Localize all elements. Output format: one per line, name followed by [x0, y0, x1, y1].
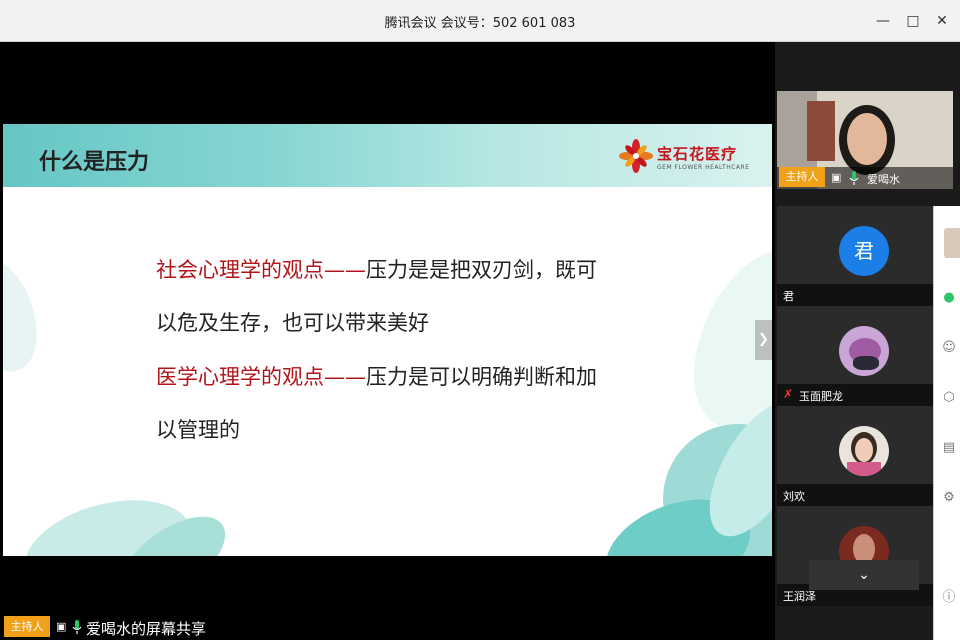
scroll-down-button[interactable]: ⌄: [809, 560, 919, 590]
line-text: 压力是可以明确判断和加: [366, 365, 597, 389]
minimize-icon[interactable]: —: [871, 9, 895, 33]
microphone-icon: [72, 620, 82, 634]
close-icon[interactable]: ✕: [930, 9, 954, 33]
side-toolbar: ● ☺ ⬡ ▤ ⚙ ⓘ: [933, 206, 960, 640]
slide-line-4: 以管理的: [156, 414, 240, 444]
line-text: 压力是是把双刃剑，既可: [366, 258, 597, 282]
screen-share-label: 爱喝水的屏幕共享: [86, 620, 207, 638]
petal-decoration: [3, 245, 52, 383]
mic-muted-icon: ✗: [783, 387, 794, 401]
slide-line-1: 社会心理学的观点——压力是是把双刃剑，既可: [156, 254, 597, 284]
host-video-tile[interactable]: 主持人 ▣ 爱喝水: [777, 91, 953, 189]
line-text: 以危及生存，也可以带来美好: [156, 311, 429, 335]
company-logo: 宝石花医疗 GEM FLOWER HEALTHCARE: [619, 139, 749, 177]
avatar: [839, 326, 889, 376]
chevron-down-icon: ⌄: [858, 567, 870, 583]
participant-tile[interactable]: 君 君: [777, 206, 933, 306]
cube-icon[interactable]: ⬡: [940, 390, 958, 408]
document-icon[interactable]: ▤: [940, 440, 958, 458]
avatar: [944, 228, 960, 258]
maximize-icon[interactable]: □: [901, 9, 925, 33]
chat-icon[interactable]: ●: [940, 290, 958, 308]
flower-logo-icon: [619, 139, 653, 173]
screen-share-bar: 主持人 ▣ 爱喝水的屏幕共享: [0, 614, 775, 640]
participant-tile[interactable]: ✗ 玉面肥龙: [777, 306, 933, 406]
participant-name: 王润泽: [783, 590, 816, 603]
chevron-right-icon[interactable]: ❯: [755, 320, 772, 360]
window-title: 腾讯会议 会议号：502 601 083: [384, 16, 576, 31]
avatar: [839, 426, 889, 476]
line-highlight: 医学心理学的观点——: [156, 365, 366, 389]
microphone-icon: [849, 171, 859, 185]
info-icon[interactable]: ⓘ: [940, 586, 958, 605]
logo-subtext: GEM FLOWER HEALTHCARE: [657, 164, 750, 171]
logo-text: 宝石花医疗: [657, 145, 738, 163]
avatar: 君: [839, 226, 889, 276]
participant-name: 刘欢: [783, 490, 805, 503]
slide-header: 什么是压力 宝石花医疗 GEM FLOWER HEALTHCARE: [3, 124, 772, 187]
title-bar: 腾讯会议 会议号：502 601 083 — □ ✕: [0, 0, 960, 42]
screen-share-icon: ▣: [56, 620, 67, 633]
slide-title: 什么是压力: [39, 150, 150, 175]
participant-tile[interactable]: 王润泽: [777, 506, 933, 606]
participant-name: 君: [783, 290, 794, 303]
screen-share-icon: ▣: [831, 171, 842, 184]
line-highlight: 社会心理学的观点——: [156, 258, 366, 282]
participant-tile[interactable]: 刘欢: [777, 406, 933, 506]
host-badge: 主持人: [4, 616, 50, 637]
host-badge: 主持人: [779, 167, 825, 187]
name-bar: 刘欢: [777, 484, 933, 506]
slide-line-3: 医学心理学的观点——压力是可以明确判断和加: [156, 361, 597, 391]
background-books: [807, 101, 835, 161]
host-face: [847, 113, 887, 165]
line-text: 以管理的: [156, 418, 240, 442]
gear-icon[interactable]: ⚙: [940, 490, 958, 508]
participant-name: 玉面肥龙: [799, 390, 843, 403]
name-bar: 君: [777, 284, 933, 306]
host-name: 爱喝水: [867, 173, 900, 186]
slide: 什么是压力 宝石花医疗 GEM FLOWER HEALTHCARE 社会心理学的…: [3, 124, 772, 556]
shared-screen: 什么是压力 宝石花医疗 GEM FLOWER HEALTHCARE 社会心理学的…: [0, 42, 775, 640]
slide-line-2: 以危及生存，也可以带来美好: [156, 307, 429, 337]
user-icon[interactable]: ☺: [940, 340, 958, 358]
name-bar: ✗ 玉面肥龙: [777, 384, 933, 406]
